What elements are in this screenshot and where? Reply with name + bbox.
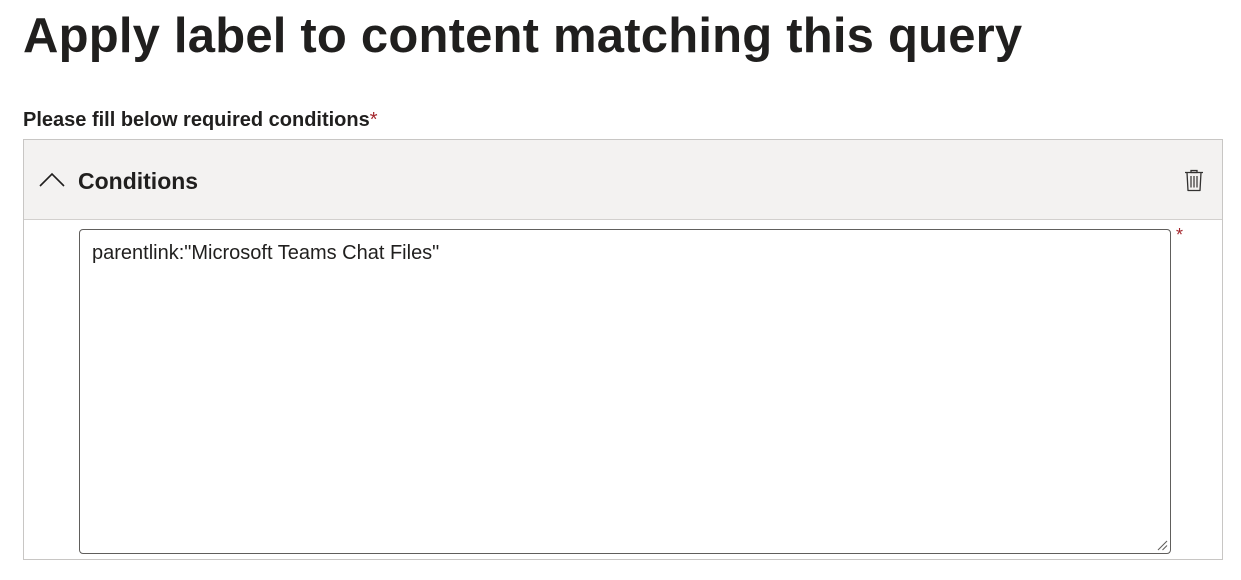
query-required-marker: * xyxy=(1176,225,1184,245)
conditions-panel: Conditions parentlink:"Microsoft Teams C… xyxy=(23,139,1223,560)
chevron-up-icon xyxy=(39,172,65,187)
conditions-label-text: Please fill below required conditions xyxy=(23,109,370,131)
query-textarea[interactable]: parentlink:"Microsoft Teams Chat Files" xyxy=(79,229,1171,554)
page-title: Apply label to content matching this que… xyxy=(23,9,1023,63)
conditions-panel-header[interactable]: Conditions xyxy=(24,140,1222,220)
panel-title: Conditions xyxy=(78,168,199,194)
page: Apply label to content matching this que… xyxy=(0,0,1241,580)
resize-grip-icon[interactable] xyxy=(1156,539,1168,551)
trash-icon xyxy=(1185,169,1203,192)
conditions-label: Please fill below required conditions* xyxy=(23,107,378,133)
delete-condition-button[interactable] xyxy=(1180,166,1208,194)
collapse-button[interactable] xyxy=(38,166,66,194)
query-text[interactable]: parentlink:"Microsoft Teams Chat Files" xyxy=(92,240,439,266)
required-marker: * xyxy=(369,109,378,131)
